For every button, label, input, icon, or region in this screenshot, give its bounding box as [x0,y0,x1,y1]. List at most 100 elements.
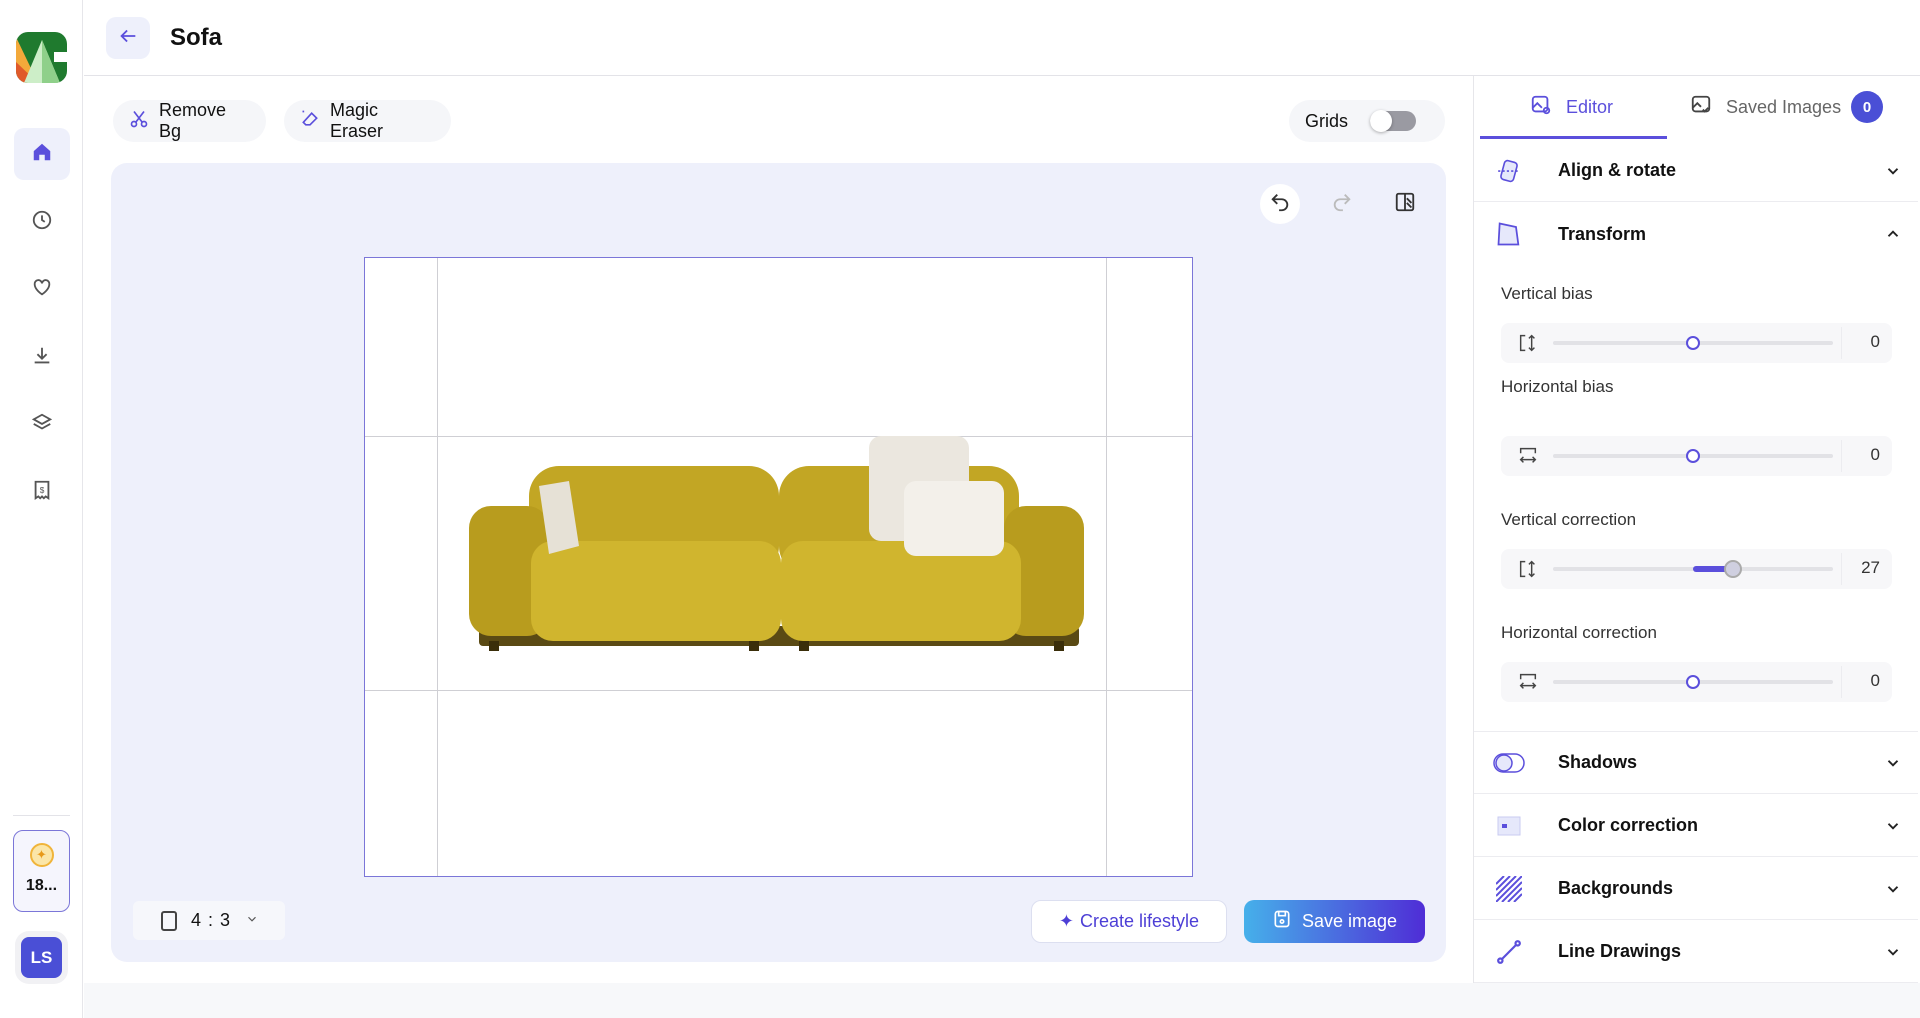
slider-handle[interactable] [1686,675,1700,689]
color-correction-icon [1474,816,1544,836]
chevron-down-icon [1868,943,1918,961]
slider-vertical-bias: 0 [1501,323,1892,363]
home-icon [31,141,53,168]
slider-handle[interactable] [1723,560,1742,578]
sidebar: $ ✦ 18... LS [0,0,83,1018]
slider-label: Horizontal correction [1501,623,1657,642]
image-edit-icon [1530,94,1552,121]
grids-toggle-group: Grids [1289,100,1445,142]
aspect-ratio-select[interactable]: 4 : 3 [133,901,285,940]
chevron-down-icon [245,910,259,931]
section-title: Shadows [1558,752,1638,772]
grids-label: Grids [1305,110,1349,131]
slider-value[interactable]: 0 [1871,671,1880,691]
divider [1841,553,1842,585]
magic-eraser-button[interactable]: Magic Eraser [284,100,451,142]
grid-line [437,258,438,876]
undo-icon [1269,191,1291,218]
section-shadows[interactable]: Shadows [1474,732,1918,794]
slider-label: Horizontal bias [1501,377,1614,396]
save-icon [1272,909,1292,934]
heart-icon [31,276,53,303]
slider-value[interactable]: 0 [1871,445,1880,465]
remove-bg-button[interactable]: Remove Bg [113,100,266,142]
grid-line [365,690,1192,691]
sofa-image [469,436,1084,651]
divider [1841,327,1842,359]
shadows-icon [1474,752,1544,774]
back-button[interactable] [106,17,150,59]
slider-horizontal-bias: 0 [1501,436,1892,476]
arrow-left-icon [117,25,139,52]
image-frame[interactable] [364,257,1193,877]
tab-saved-images-label: Saved Images [1726,96,1842,117]
section-title: Align & rotate [1558,160,1677,180]
image-check-icon [1690,94,1712,121]
slider-vertical-correction: 27 [1501,549,1892,589]
footer-bar [84,983,1920,1018]
aspect-frame-icon [161,910,177,931]
credits-button[interactable]: ✦ 18... [13,830,70,912]
redo-icon [1331,191,1353,218]
section-color-correction[interactable]: Color correction [1474,795,1918,857]
compare-button[interactable] [1385,184,1425,224]
layers-icon [31,412,53,439]
create-lifestyle-label: Create lifestyle [1080,911,1200,931]
section-align-rotate[interactable]: Align & rotate [1474,140,1918,202]
slider-handle[interactable] [1686,336,1700,350]
section-transform[interactable]: Transform [1474,203,1918,265]
sidebar-item-layers[interactable] [14,399,70,451]
slider-handle[interactable] [1686,449,1700,463]
tab-editor[interactable]: Editor [1530,76,1613,138]
sparkle-icon: ✦ [1058,911,1075,931]
sidebar-item-history[interactable] [14,196,70,248]
chevron-down-icon [1868,162,1918,180]
section-title: Line Drawings [1558,941,1682,961]
slider-value[interactable]: 27 [1861,558,1880,578]
magic-eraser-label: Magic Eraser [330,100,384,141]
clock-icon [31,209,53,236]
redo-button[interactable] [1322,184,1362,224]
credits-coin-icon: ✦ [29,843,54,867]
line-drawing-icon [1474,939,1544,965]
sidebar-item-billing[interactable]: $ [14,466,70,518]
aspect-value: 4 : 3 [191,910,232,930]
tab-editor-label: Editor [1566,96,1614,117]
saved-count-badge: 0 [1851,91,1884,123]
undo-button[interactable] [1260,184,1300,224]
slider-label: Vertical bias [1501,284,1593,303]
align-rotate-icon [1474,158,1544,184]
horizontal-bias-icon [1517,671,1539,698]
page-title: Sofa [170,24,223,51]
grids-toggle[interactable] [1370,110,1417,132]
sidebar-item-home[interactable] [14,128,70,180]
vertical-bias-icon [1517,558,1539,585]
transform-icon [1474,220,1544,248]
save-image-label: Save image [1301,911,1398,931]
sidebar-item-downloads[interactable] [14,332,70,384]
compare-icon [1394,191,1416,218]
avatar[interactable]: LS [21,937,62,978]
svg-text:$: $ [40,485,45,494]
save-image-button[interactable]: Save image [1244,900,1425,943]
chevron-down-icon [1868,880,1918,898]
download-icon [31,345,53,372]
tab-saved-images[interactable]: Saved Images 0 [1690,76,1884,138]
remove-bg-label: Remove Bg [159,100,227,141]
vertical-bias-icon [1517,332,1539,359]
slider-value[interactable]: 0 [1871,332,1880,352]
section-title: Backgrounds [1558,878,1674,898]
header [84,0,1920,76]
section-title: Transform [1558,223,1647,244]
divider [13,815,70,816]
section-backgrounds[interactable]: Backgrounds [1474,858,1918,920]
section-title: Color correction [1558,815,1699,835]
divider [1841,666,1842,698]
sidebar-item-favorites[interactable] [14,263,70,315]
receipt-icon: $ [31,479,53,506]
chevron-up-icon [1868,225,1918,243]
divider [1841,440,1842,472]
app-logo[interactable] [16,32,67,83]
create-lifestyle-button[interactable]: ✦ Create lifestyle [1031,900,1227,943]
section-line-drawings[interactable]: Line Drawings [1474,921,1918,983]
